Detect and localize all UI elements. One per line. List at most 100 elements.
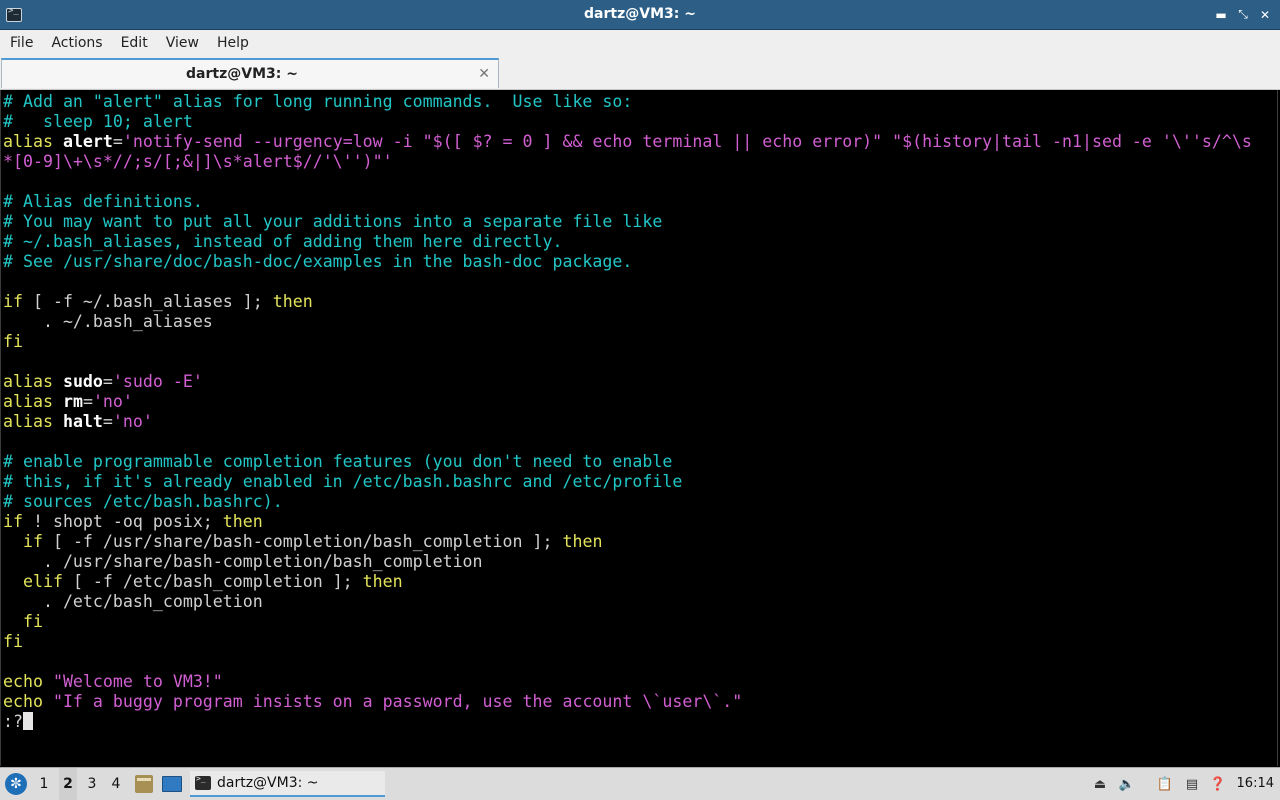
terminal-token: alias: [3, 392, 63, 411]
terminal-view[interactable]: # Add an "alert" alias for long running …: [0, 90, 1278, 766]
terminal-token: =: [102, 372, 113, 391]
terminal-token: halt: [62, 412, 103, 431]
terminal-token: # See /usr/share/doc/bash-doc/examples i…: [3, 252, 633, 271]
window-titlebar[interactable]: dartz@VM3: ~ ▬ ⤡ ✕: [0, 0, 1280, 30]
terminal-line: elif [ -f /etc/bash_completion ]; then: [3, 572, 1252, 592]
terminal-token: =: [102, 412, 113, 431]
terminal-line: . /etc/bash_completion: [3, 592, 1252, 612]
terminal-token: # Add an "alert" alias for long running …: [3, 92, 633, 111]
minimize-icon[interactable]: ▬: [1212, 6, 1230, 24]
terminal-line: # See /usr/share/doc/bash-doc/examples i…: [3, 252, 1252, 272]
menu-logo-icon[interactable]: ✼: [5, 773, 27, 795]
terminal-token: ! shopt -oq posix;: [22, 512, 223, 531]
terminal-token: # ~/.bash_aliases, instead of adding the…: [3, 232, 563, 251]
terminal-scrollbar[interactable]: [1272, 90, 1277, 766]
terminal-token: fi: [3, 332, 23, 351]
menu-edit[interactable]: Edit: [112, 30, 157, 56]
terminal-line: # You may want to put all your additions…: [3, 212, 1252, 232]
pager-prompt: :?: [3, 712, 23, 731]
terminal-text: # Add an "alert" alias for long running …: [3, 92, 1252, 732]
maximize-icon[interactable]: ⤡: [1234, 6, 1252, 24]
network-icon[interactable]: ▤: [1183, 775, 1201, 793]
terminal-line: # enable programmable completion feature…: [3, 452, 1252, 472]
taskbar: ✼ 1 2 3 4 dartz@VM3: ~ ⏏ 🔈 📋 ▤ ❓ 16:14: [0, 767, 1280, 800]
terminal-token: sudo: [62, 372, 103, 391]
taskbar-task-terminal[interactable]: dartz@VM3: ~: [190, 771, 385, 797]
terminal-token: then: [222, 512, 263, 531]
terminal-line: fi: [3, 632, 1252, 652]
terminal-token: # sources /etc/bash.bashrc).: [3, 492, 283, 511]
terminal-token: alias: [3, 132, 63, 151]
terminal-line: # this, if it's already enabled in /etc/…: [3, 472, 1252, 492]
eject-icon[interactable]: ⏏: [1091, 775, 1109, 793]
terminal-token: echo: [3, 672, 53, 691]
terminal-token: "If a buggy program insists on a passwor…: [52, 692, 743, 711]
terminal-line: fi: [3, 332, 1252, 352]
terminal-line: # sleep 10; alert: [3, 112, 1252, 132]
terminal-token: if: [3, 292, 23, 311]
show-desktop-icon[interactable]: [162, 776, 182, 792]
terminal-token: elif: [22, 572, 63, 591]
terminal-token: . ~/.bash_aliases: [3, 312, 213, 331]
window-title: dartz@VM3: ~: [584, 6, 696, 22]
terminal-line: alias halt='no': [3, 412, 1252, 432]
clipboard-icon[interactable]: 📋: [1156, 775, 1174, 793]
clock: 16:14: [1236, 776, 1274, 791]
terminal-token: # this, if it's already enabled in /etc/…: [3, 472, 683, 491]
menu-view[interactable]: View: [157, 30, 208, 56]
terminal-line: . ~/.bash_aliases: [3, 312, 1252, 332]
terminal-token: if: [22, 532, 43, 551]
desktop-2[interactable]: 2: [59, 768, 77, 800]
terminal-token: =: [112, 132, 123, 151]
terminal-token: 'sudo -E': [112, 372, 203, 391]
menu-help[interactable]: Help: [208, 30, 258, 56]
terminal-token: . /usr/share/bash-completion/bash_comple…: [3, 552, 483, 571]
terminal-token: [ -f /etc/bash_completion ];: [62, 572, 363, 591]
terminal-token: # enable programmable completion feature…: [3, 452, 673, 471]
terminal-line: if [ -f ~/.bash_aliases ]; then: [3, 292, 1252, 312]
tab-label: dartz@VM3: ~: [186, 66, 298, 82]
desktop-1[interactable]: 1: [35, 768, 53, 800]
terminal-token: alias: [3, 412, 63, 431]
task-label: dartz@VM3: ~: [217, 775, 319, 791]
terminal-token: 'no': [112, 412, 153, 431]
tab-close-icon[interactable]: ✕: [478, 66, 490, 82]
terminal-token: 'notify-send --urgency=low -i "$([ $? = …: [122, 132, 1252, 151]
terminal-token: [ -f /usr/share/bash-completion/bash_com…: [42, 532, 563, 551]
update-notifier-icon[interactable]: ❓: [1209, 775, 1227, 793]
terminal-icon[interactable]: [6, 6, 22, 22]
menu-file[interactable]: File: [0, 30, 42, 56]
tab-terminal[interactable]: dartz@VM3: ~ ✕: [1, 58, 499, 88]
terminal-token: then: [272, 292, 313, 311]
menu-bar: File Actions Edit View Help: [0, 30, 1280, 56]
terminal-token: # You may want to put all your additions…: [3, 212, 663, 231]
terminal-line: echo "Welcome to VM3!": [3, 672, 1252, 692]
terminal-line: if [ -f /usr/share/bash-completion/bash_…: [3, 532, 1252, 552]
terminal-token: fi: [3, 632, 23, 651]
terminal-token: *[0-9]\+\s*//;s/[;&|]\s*alert$//'\'')"': [3, 152, 393, 171]
close-icon[interactable]: ✕: [1256, 6, 1274, 24]
terminal-token: alert: [62, 132, 113, 151]
terminal-prompt-line[interactable]: :?: [3, 712, 1252, 732]
terminal-line: . /usr/share/bash-completion/bash_comple…: [3, 552, 1252, 572]
terminal-line: fi: [3, 612, 1252, 632]
volume-icon[interactable]: 🔈: [1118, 775, 1136, 793]
menu-actions[interactable]: Actions: [42, 30, 111, 56]
terminal-token: . /etc/bash_completion: [3, 592, 263, 611]
desktop-3[interactable]: 3: [83, 768, 101, 800]
terminal-token: rm: [62, 392, 83, 411]
terminal-line: if ! shopt -oq posix; then: [3, 512, 1252, 532]
terminal-icon: [195, 774, 211, 790]
terminal-token: alias: [3, 372, 63, 391]
file-manager-icon[interactable]: [135, 775, 153, 793]
terminal-line: alias rm='no': [3, 392, 1252, 412]
desktop-4[interactable]: 4: [107, 768, 125, 800]
terminal-token: then: [362, 572, 403, 591]
